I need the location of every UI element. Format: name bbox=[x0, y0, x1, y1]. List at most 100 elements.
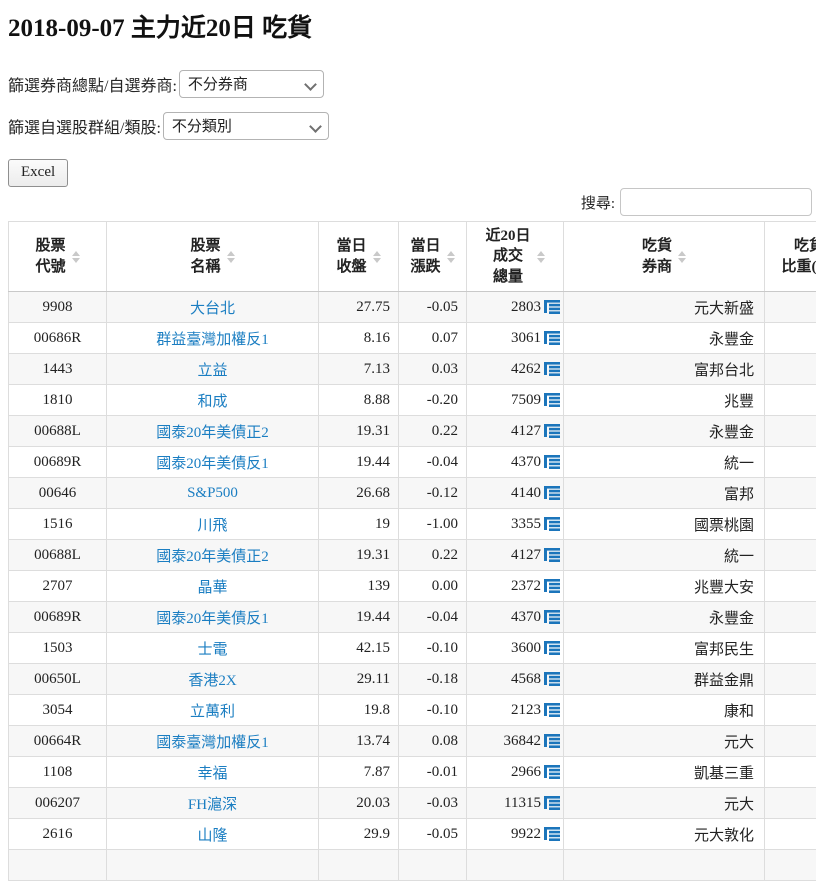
excel-export-button[interactable]: Excel bbox=[8, 159, 68, 187]
volume-detail-list-icon[interactable] bbox=[544, 331, 560, 345]
column-label: 當日漲跌 bbox=[410, 236, 440, 277]
pct-cell: 54.52 bbox=[765, 323, 816, 354]
column-header-name[interactable]: 股票名稱 bbox=[107, 222, 319, 292]
column-header-code[interactable]: 股票代號 bbox=[9, 222, 107, 292]
stock-name-link[interactable]: 士電 bbox=[197, 642, 227, 658]
volume-detail-list-icon[interactable] bbox=[544, 827, 560, 841]
volume-number: 2966 bbox=[511, 764, 541, 781]
close-price-cell: 27.75 bbox=[319, 292, 399, 323]
volume-cell: 4370 bbox=[467, 447, 564, 478]
column-header-broker[interactable]: 吃貨券商 bbox=[564, 222, 765, 292]
table-body: 9908大台北27.75-0.052803元大新盛63.0800686R群益臺灣… bbox=[9, 292, 816, 881]
broker-filter-select[interactable]: 不分券商 bbox=[179, 70, 324, 98]
category-filter-select[interactable]: 不分類別 bbox=[163, 112, 329, 140]
volume-detail-list-icon[interactable] bbox=[544, 393, 560, 407]
stock-name-link[interactable]: 國泰20年美債正2 bbox=[156, 425, 269, 441]
volume-cell: 36842 bbox=[467, 726, 564, 757]
table-row: 00650L香港2X29.11-0.184568群益金鼎42.95 bbox=[9, 664, 816, 695]
table-row: 1108幸福7.87-0.012966凱基三重41.7 bbox=[9, 757, 816, 788]
broker-cell: 元大敦化 bbox=[564, 819, 765, 850]
stock-name-link[interactable]: 晶華 bbox=[197, 580, 227, 596]
table-row: 3054立萬利19.8-0.102123康和42.39 bbox=[9, 695, 816, 726]
volume-detail-list-icon[interactable] bbox=[544, 610, 560, 624]
stock-name-link[interactable]: 國泰臺灣加權反1 bbox=[156, 735, 269, 751]
column-header-pct[interactable]: 吃貨比重(%) bbox=[765, 222, 816, 292]
close-price-cell: 19.31 bbox=[319, 416, 399, 447]
column-label: 股票名稱 bbox=[190, 236, 220, 277]
column-header-change[interactable]: 當日漲跌 bbox=[399, 222, 467, 292]
volume-cell: 3355 bbox=[467, 509, 564, 540]
column-header-close[interactable]: 當日收盤 bbox=[319, 222, 399, 292]
volume-detail-list-icon[interactable] bbox=[544, 641, 560, 655]
close-price-cell: 19.31 bbox=[319, 540, 399, 571]
broker-cell: 群益金鼎 bbox=[564, 664, 765, 695]
column-header-volume[interactable]: 近20日成交總量 bbox=[467, 222, 564, 292]
close-price-cell: 29.9 bbox=[319, 819, 399, 850]
search-input[interactable] bbox=[620, 188, 812, 216]
table-row: 1503士電42.15-0.103600富邦民生45.75 bbox=[9, 633, 816, 664]
volume-detail-list-icon[interactable] bbox=[544, 517, 560, 531]
stock-name-link[interactable]: 山隆 bbox=[197, 828, 227, 844]
volume-value: 4140 bbox=[511, 485, 560, 502]
broker-cell: 兆豐大安 bbox=[564, 571, 765, 602]
stock-name-link[interactable]: 香港2X bbox=[188, 673, 236, 689]
volume-detail-list-icon[interactable] bbox=[544, 455, 560, 469]
stock-name-link[interactable]: 立萬利 bbox=[190, 704, 235, 720]
stock-name-cell: 國泰20年美債正2 bbox=[107, 540, 319, 571]
close-price-cell: 139 bbox=[319, 571, 399, 602]
sort-both-icon bbox=[447, 251, 455, 263]
close-price-cell: 19 bbox=[319, 509, 399, 540]
pct-cell: 48.15 bbox=[765, 571, 816, 602]
pct-cell: 50.78 bbox=[765, 385, 816, 416]
stock-name-cell: 群益臺灣加權反1 bbox=[107, 323, 319, 354]
stock-name-cell: 山隆 bbox=[107, 819, 319, 850]
stock-name-link[interactable]: 群益臺灣加權反1 bbox=[156, 332, 269, 348]
stock-name-link[interactable]: 立益 bbox=[197, 363, 227, 379]
stock-code-cell: 9908 bbox=[9, 292, 107, 323]
table-row: 9908大台北27.75-0.052803元大新盛63.08 bbox=[9, 292, 816, 323]
table-header: 股票代號 股票名稱 當日收盤當日漲跌近20日成交總量吃貨券商吃貨比重(%) bbox=[9, 222, 816, 292]
stock-name-link[interactable]: 國泰20年美債反1 bbox=[156, 456, 269, 472]
volume-number: 3600 bbox=[511, 640, 541, 657]
volume-value: 2966 bbox=[511, 764, 560, 781]
volume-detail-list-icon[interactable] bbox=[544, 486, 560, 500]
volume-number: 2803 bbox=[511, 299, 541, 316]
stock-name-cell: 立益 bbox=[107, 354, 319, 385]
stock-name-link[interactable]: FH滬深 bbox=[188, 797, 237, 813]
stock-name-link[interactable]: 國泰20年美債反1 bbox=[156, 611, 269, 627]
table-row: 2616山隆29.9-0.059922元大敦化41.14 bbox=[9, 819, 816, 850]
stock-name-link[interactable]: 川飛 bbox=[197, 518, 227, 534]
volume-cell: 4127 bbox=[467, 540, 564, 571]
volume-detail-list-icon[interactable] bbox=[544, 579, 560, 593]
stock-name-link[interactable]: 幸福 bbox=[197, 766, 227, 782]
stock-name-link[interactable]: S&P500 bbox=[187, 485, 238, 501]
volume-detail-list-icon[interactable] bbox=[544, 300, 560, 314]
volume-detail-list-icon[interactable] bbox=[544, 734, 560, 748]
volume-detail-list-icon[interactable] bbox=[544, 548, 560, 562]
volume-detail-list-icon[interactable] bbox=[544, 672, 560, 686]
stock-code-cell: 1516 bbox=[9, 509, 107, 540]
volume-detail-list-icon[interactable] bbox=[544, 424, 560, 438]
stock-code-cell: 1810 bbox=[9, 385, 107, 416]
broker-cell: 康和 bbox=[564, 695, 765, 726]
pct-cell: 41.14 bbox=[765, 819, 816, 850]
pct-cell: 48.49 bbox=[765, 509, 816, 540]
volume-cell: 3600 bbox=[467, 633, 564, 664]
volume-detail-list-icon[interactable] bbox=[544, 703, 560, 717]
broker-cell: 富邦民生 bbox=[564, 633, 765, 664]
stock-name-link[interactable]: 大台北 bbox=[190, 301, 235, 317]
stock-name-link[interactable]: 國泰20年美債正2 bbox=[156, 549, 269, 565]
broker-cell: 永豐金 bbox=[564, 602, 765, 633]
empty-cell bbox=[107, 850, 319, 881]
volume-detail-list-icon[interactable] bbox=[544, 362, 560, 376]
volume-number: 4127 bbox=[511, 547, 541, 564]
stock-name-link[interactable]: 和成 bbox=[197, 394, 227, 410]
volume-detail-list-icon[interactable] bbox=[544, 765, 560, 779]
volume-detail-list-icon[interactable] bbox=[544, 796, 560, 810]
close-price-cell: 7.87 bbox=[319, 757, 399, 788]
volume-number: 36842 bbox=[504, 733, 542, 750]
volume-value: 4370 bbox=[511, 454, 560, 471]
volume-cell: 2966 bbox=[467, 757, 564, 788]
broker-cell: 國票桃園 bbox=[564, 509, 765, 540]
search-row: 搜尋: bbox=[8, 188, 812, 216]
